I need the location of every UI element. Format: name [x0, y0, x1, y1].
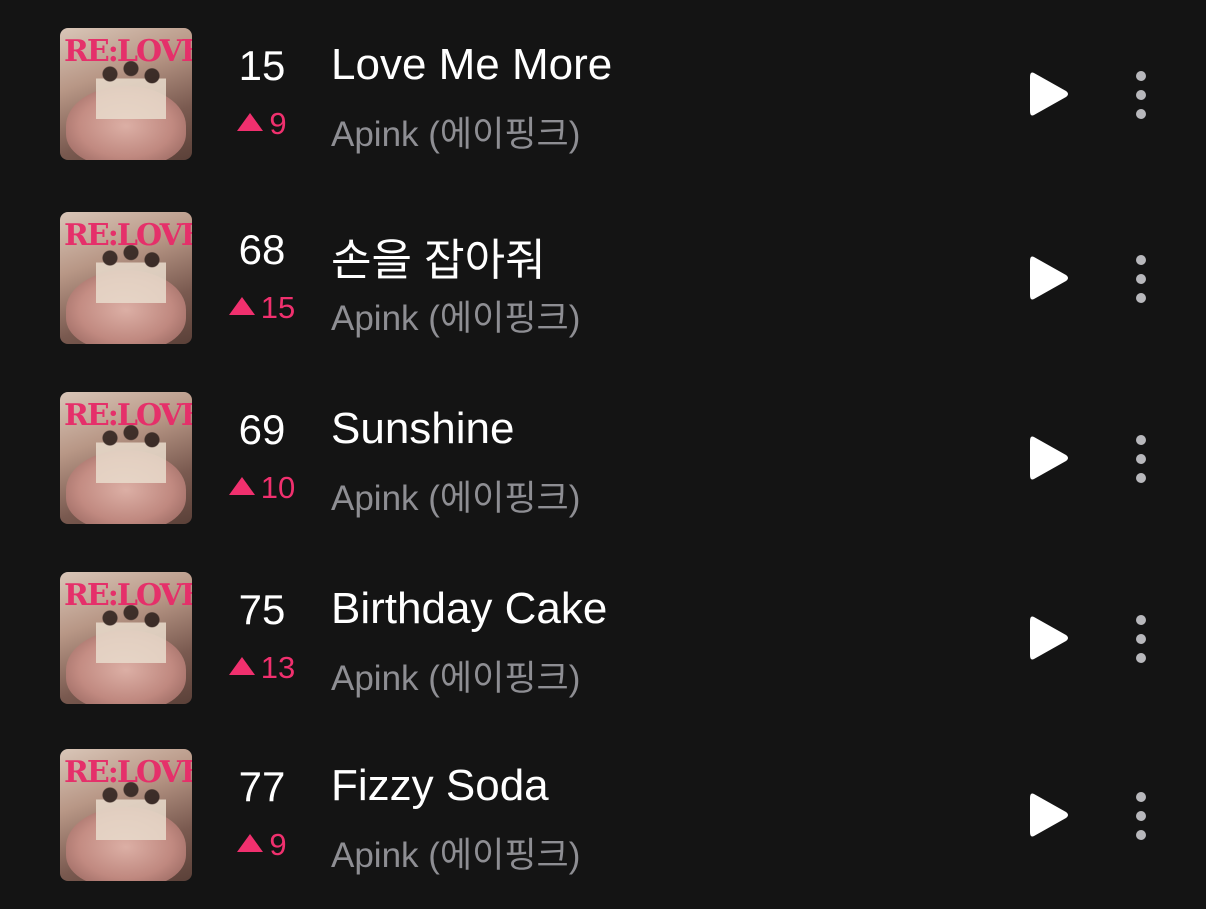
track-row[interactable]: RE:LOVE 68 15 손을 잡아줘 Apink (에이핑크)	[0, 204, 1206, 354]
play-icon[interactable]	[1026, 790, 1072, 840]
rank-change-value: 13	[260, 650, 296, 685]
rank-change-value: 15	[260, 290, 296, 325]
more-vertical-icon[interactable]	[1122, 67, 1160, 123]
track-artist[interactable]: Apink (에이핑크)	[331, 106, 580, 157]
track-row[interactable]: RE:LOVE 69 10 Sunshine Apink (에이핑크)	[0, 384, 1206, 534]
rank-change: 10	[218, 470, 306, 506]
triangle-up-icon	[228, 297, 255, 315]
triangle-up-icon	[228, 477, 255, 495]
chart-rank: 15	[238, 42, 286, 89]
rank-change-value: 9	[269, 827, 287, 862]
track-artist[interactable]: Apink (에이핑크)	[331, 827, 580, 878]
rank-change: 15	[218, 290, 306, 326]
track-artist[interactable]: Apink (에이핑크)	[331, 470, 580, 521]
play-icon[interactable]	[1026, 69, 1072, 119]
rank-change-value: 9	[269, 106, 287, 141]
album-cover[interactable]: RE:LOVE	[60, 749, 192, 881]
cover-logo-text: RE:LOVE	[64, 398, 192, 433]
track-artist[interactable]: Apink (에이핑크)	[331, 650, 580, 701]
track-artist[interactable]: Apink (에이핑크)	[331, 290, 580, 341]
more-vertical-icon[interactable]	[1122, 431, 1160, 487]
cover-logo-text: RE:LOVE	[64, 755, 192, 790]
track-title[interactable]: 손을 잡아줘	[331, 224, 546, 288]
album-cover[interactable]: RE:LOVE	[60, 212, 192, 344]
triangle-up-icon	[237, 834, 264, 852]
chart-track-list: RE:LOVE 15 9 Love Me More Apink (에이핑크) R…	[0, 0, 1206, 909]
chart-rank: 75	[238, 586, 286, 633]
triangle-up-icon	[237, 113, 264, 131]
cover-logo-text: RE:LOVE	[64, 218, 192, 253]
more-vertical-icon[interactable]	[1122, 251, 1160, 307]
album-cover[interactable]: RE:LOVE	[60, 28, 192, 160]
track-row[interactable]: RE:LOVE 77 9 Fizzy Soda Apink (에이핑크)	[0, 741, 1206, 891]
more-vertical-icon[interactable]	[1122, 611, 1160, 667]
rank-change: 13	[218, 650, 306, 686]
more-vertical-icon[interactable]	[1122, 788, 1160, 844]
track-title[interactable]: Love Me More	[331, 40, 612, 90]
rank-change: 9	[218, 827, 306, 863]
track-title[interactable]: Sunshine	[331, 404, 514, 454]
track-row[interactable]: RE:LOVE 15 9 Love Me More Apink (에이핑크)	[0, 20, 1206, 170]
chart-rank: 69	[238, 406, 286, 453]
track-title[interactable]: Birthday Cake	[331, 584, 607, 634]
album-cover[interactable]: RE:LOVE	[60, 572, 192, 704]
cover-logo-text: RE:LOVE	[64, 34, 192, 69]
triangle-up-icon	[228, 657, 255, 675]
rank-change-value: 10	[260, 470, 296, 505]
play-icon[interactable]	[1026, 253, 1072, 303]
album-cover[interactable]: RE:LOVE	[60, 392, 192, 524]
track-title[interactable]: Fizzy Soda	[331, 761, 549, 811]
track-row[interactable]: RE:LOVE 75 13 Birthday Cake Apink (에이핑크)	[0, 564, 1206, 714]
chart-rank: 77	[238, 763, 286, 810]
cover-logo-text: RE:LOVE	[64, 578, 192, 613]
play-icon[interactable]	[1026, 433, 1072, 483]
chart-rank: 68	[238, 226, 286, 273]
play-icon[interactable]	[1026, 613, 1072, 663]
rank-change: 9	[218, 106, 306, 142]
